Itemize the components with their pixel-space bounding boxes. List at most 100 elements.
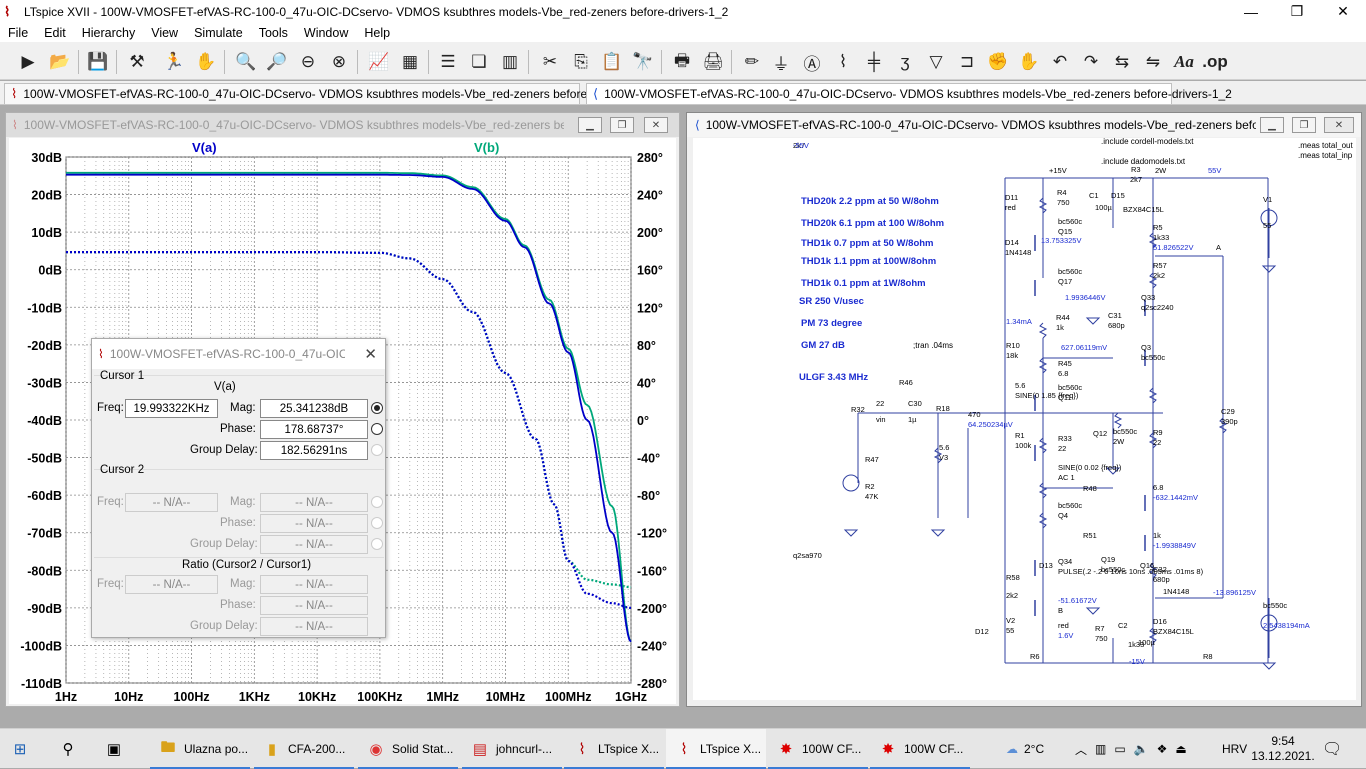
tab-schematic[interactable]: ⟨ 100W-VMOSFET-efVAS-RC-100-0_47u-OIC-DC… <box>586 83 1232 104</box>
tile-horizontal-icon[interactable]: ☰ <box>435 49 461 75</box>
find-icon[interactable]: 🔭 <box>630 49 656 75</box>
menu-window[interactable]: Window <box>296 26 356 40</box>
battery-icon[interactable]: ▭ <box>1114 742 1125 756</box>
cursor1-group-delay-field[interactable]: 182.56291ns <box>260 441 368 460</box>
y-right-tick-label: 200° <box>637 226 663 240</box>
taskbar-item[interactable]: ✸ 100W CF... <box>768 729 868 769</box>
rotate-icon[interactable]: ⇆ <box>1109 49 1135 75</box>
cursor1-mag-radio[interactable] <box>371 402 383 414</box>
tab-waveform[interactable]: ⌇ 100W-VMOSFET-efVAS-RC-100-0_47u-OIC-DC… <box>4 83 651 104</box>
save-icon[interactable]: 💾 <box>85 49 111 75</box>
menu-view[interactable]: View <box>143 26 186 40</box>
ground-icon[interactable]: ⏚ <box>768 49 794 75</box>
component-label: 750 <box>1057 198 1070 207</box>
task-view-button[interactable]: ▣ <box>96 729 138 769</box>
cursor1-heading: Cursor 1 <box>100 370 145 382</box>
y-right-tick-label: 0° <box>637 414 649 428</box>
taskbar-item[interactable]: ▮ CFA-200... <box>254 729 354 769</box>
cascade-icon[interactable]: ❏ <box>466 49 492 75</box>
chevron-up-icon[interactable]: ︿ <box>1075 741 1087 758</box>
maximize-button[interactable]: ❐ <box>1274 0 1320 23</box>
zoom-area-icon[interactable]: 🔎 <box>264 49 290 75</box>
cursor1-freq-label: Freq: <box>97 402 124 414</box>
pan-icon[interactable]: ✋ <box>193 49 219 75</box>
autorange-icon[interactable]: 📈 <box>366 49 392 75</box>
minimize-button[interactable]: — <box>1228 0 1274 23</box>
run-icon[interactable]: ▶ <box>15 49 41 75</box>
restore-button[interactable]: ❐ <box>1292 117 1316 133</box>
restore-button[interactable]: ❐ <box>610 117 634 133</box>
component-icon[interactable]: ⊐ <box>954 49 980 75</box>
tile-vertical-icon[interactable]: ▥ <box>497 49 523 75</box>
control-panel-icon[interactable]: ⚒ <box>124 49 150 75</box>
cursor1-mag-field[interactable]: 25.341238dB <box>260 399 368 418</box>
label-icon[interactable]: Ⓐ <box>799 49 825 75</box>
copy-icon[interactable]: ⎘ <box>568 49 594 75</box>
cursor-dialog-titlebar: ⌇ 100W-VMOSFET-efVAS-RC-100-0_47u-OIC...… <box>92 339 385 369</box>
print-setup-icon[interactable]: 🖨 <box>700 49 726 75</box>
toolbar-separator <box>78 50 79 74</box>
taskbar-item[interactable]: ⌇ LTspice X... <box>666 729 766 769</box>
close-button[interactable]: ✕ <box>1324 117 1354 133</box>
taskbar-item[interactable]: 🖿 Ulazna po... <box>150 729 250 769</box>
toolbar-separator <box>224 50 225 74</box>
taskbar-item[interactable]: ▤ johncurl-... <box>462 729 562 769</box>
cut-icon[interactable]: ✂ <box>537 49 563 75</box>
close-icon[interactable]: ✕ <box>364 345 377 363</box>
halt-icon[interactable]: 🏃 <box>161 49 187 75</box>
mirror-icon[interactable]: ⇋ <box>1140 49 1166 75</box>
inductor-icon[interactable]: ʒ <box>892 49 918 75</box>
3d-icon[interactable]: ▦ <box>397 49 423 75</box>
volume-icon[interactable]: 🔈 <box>1134 742 1149 756</box>
menu-simulate[interactable]: Simulate <box>186 26 251 40</box>
toolbar-separator <box>661 50 662 74</box>
open-icon[interactable]: 📂 <box>47 49 73 75</box>
cursor1-phase-radio[interactable] <box>371 423 383 435</box>
taskbar-item[interactable]: ✸ 100W CF... <box>870 729 970 769</box>
drag-icon[interactable]: ✋ <box>1016 49 1042 75</box>
resistor-icon[interactable]: ⌇ <box>830 49 856 75</box>
menu-help[interactable]: Help <box>356 26 398 40</box>
notification-icon[interactable]: 🗨 <box>1322 729 1342 769</box>
cursor1-phase-field[interactable]: 178.68737° <box>260 420 368 439</box>
network-icon[interactable]: ▥ <box>1095 742 1106 756</box>
component-label: 1k33 <box>1153 233 1169 242</box>
cursor1-freq-field[interactable]: 19.993322KHz <box>125 399 218 418</box>
language-indicator[interactable]: HRV <box>1222 729 1247 769</box>
diode-icon[interactable]: ▽ <box>923 49 949 75</box>
zoom-cancel-icon[interactable]: ⊗ <box>326 49 352 75</box>
spice-directive-icon[interactable]: .op <box>1202 49 1228 75</box>
taskbar-item-label: LTspice X... <box>598 742 660 756</box>
cursor1-group-delay-radio[interactable] <box>371 444 383 456</box>
minimize-button[interactable]: ▁ <box>578 117 602 133</box>
y-left-tick-label: -30dB <box>27 376 62 390</box>
zoom-out-icon[interactable]: ⊖ <box>295 49 321 75</box>
close-button[interactable]: ✕ <box>644 117 668 133</box>
usb-icon[interactable]: ⏏ <box>1175 742 1186 756</box>
menu-hierarchy[interactable]: Hierarchy <box>74 26 144 40</box>
start-button[interactable]: ⊞ <box>0 729 46 769</box>
close-button[interactable]: ✕ <box>1320 0 1366 23</box>
dropbox-icon[interactable]: ❖ <box>1157 742 1168 756</box>
undo-icon[interactable]: ↶ <box>1047 49 1073 75</box>
minimize-button[interactable]: ▁ <box>1260 117 1284 133</box>
cursor-dialog-title: 100W-VMOSFET-efVAS-RC-100-0_47u-OIC... <box>109 347 345 361</box>
redo-icon[interactable]: ↷ <box>1078 49 1104 75</box>
menu-tools[interactable]: Tools <box>251 26 296 40</box>
paste-icon[interactable]: 📋 <box>599 49 625 75</box>
text-icon[interactable]: Aa <box>1171 49 1197 75</box>
weather-widget[interactable]: ☁ 2°C <box>1006 729 1044 769</box>
menu-file[interactable]: File <box>0 26 36 40</box>
schematic-canvas[interactable]: THD20k 2.2 ppm at 50 W/8ohm THD20k 6.1 pp… <box>693 138 1356 700</box>
menu-edit[interactable]: Edit <box>36 26 74 40</box>
pencil-icon[interactable]: ✏ <box>739 49 765 75</box>
clock[interactable]: 9:54 13.12.2021. <box>1251 729 1314 769</box>
zoom-in-icon[interactable]: 🔍 <box>233 49 259 75</box>
taskbar-item[interactable]: ◉ Solid Stat... <box>358 729 458 769</box>
search-button[interactable]: ⚲ <box>50 729 92 769</box>
y-left-tick-label: -110dB <box>21 677 62 691</box>
move-icon[interactable]: ✊ <box>985 49 1011 75</box>
print-icon[interactable]: 🖶 <box>669 49 695 75</box>
taskbar-item[interactable]: ⌇ LTspice X... <box>564 729 664 769</box>
capacitor-icon[interactable]: ╪ <box>861 49 887 75</box>
